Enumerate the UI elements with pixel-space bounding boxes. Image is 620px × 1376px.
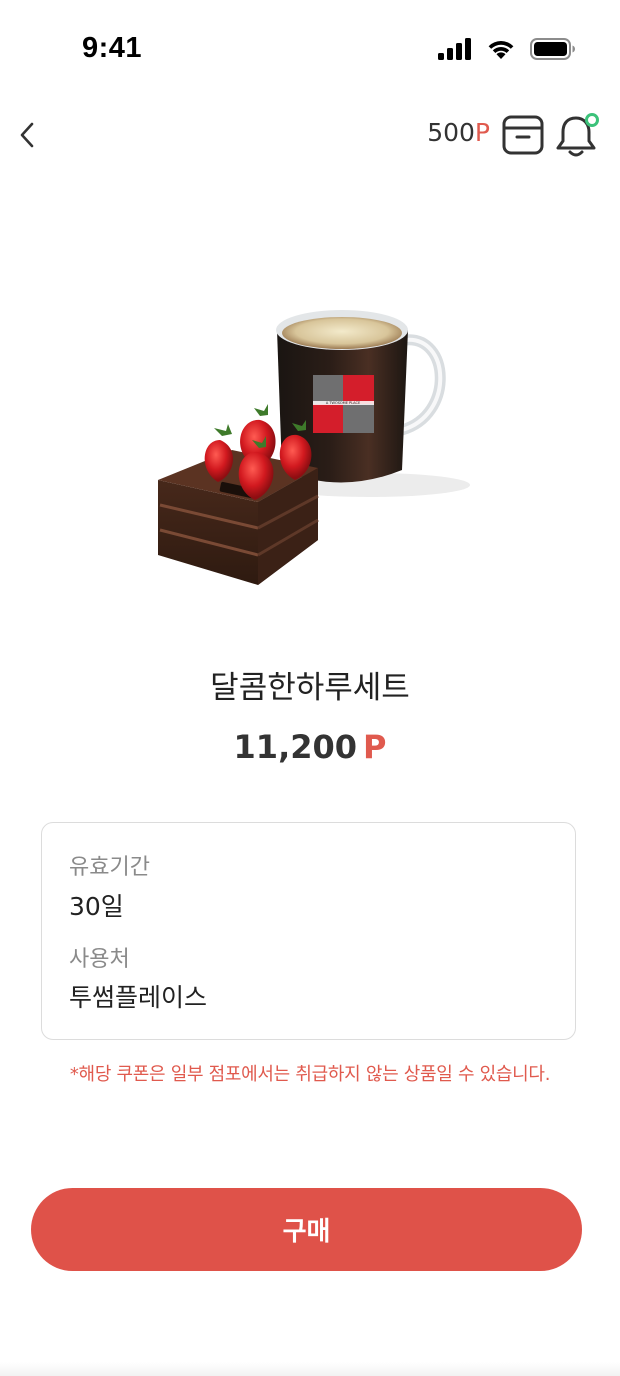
wifi-icon xyxy=(488,41,514,59)
status-time: 9:41 xyxy=(82,32,143,64)
battery-icon xyxy=(530,38,575,60)
notification-button[interactable] xyxy=(553,110,603,160)
archive-button[interactable] xyxy=(500,112,546,158)
place-value: 투썸플레이스 xyxy=(69,983,208,1012)
notification-badge xyxy=(585,113,599,127)
cellular-signal-icon xyxy=(438,38,471,60)
validity-label: 유효기간 xyxy=(69,855,150,880)
status-icons xyxy=(438,38,576,60)
points-balance: 500P xyxy=(427,118,490,147)
back-chevron-icon xyxy=(20,122,34,148)
back-button[interactable] xyxy=(10,114,44,156)
mug-brand-label: A TWOSOME PLACE xyxy=(326,401,360,405)
home-indicator-area xyxy=(0,1362,620,1376)
top-app-bar: 500P xyxy=(0,100,620,170)
validity-value: 30일 xyxy=(69,892,124,921)
product-name: 달콤한하루세트 xyxy=(210,670,410,706)
coupon-info-card: 유효기간 30일 사용처 투썸플레이스 xyxy=(41,822,576,1040)
product-price: 11,200 P xyxy=(0,728,620,766)
place-label: 사용처 xyxy=(69,947,130,972)
availability-notice: *해당 쿠폰은 일부 점포에서는 취급하지 않는 상품일 수 있습니다. xyxy=(69,1064,551,1085)
buy-button[interactable]: 구매 xyxy=(31,1188,582,1271)
price-unit: P xyxy=(363,728,387,766)
points-value: 500 xyxy=(427,118,475,147)
price-value: 11,200 xyxy=(233,728,358,766)
purchase-screen: 9:41 500P A TWOSOME PLACE 달콤한하루세트 11,200… xyxy=(0,0,620,1376)
points-unit: P xyxy=(474,118,490,147)
archive-box-icon xyxy=(502,115,544,155)
status-bar: 9:41 xyxy=(0,0,620,100)
product-image: A TWOSOME PLACE xyxy=(158,310,470,585)
bell-icon xyxy=(556,113,599,157)
